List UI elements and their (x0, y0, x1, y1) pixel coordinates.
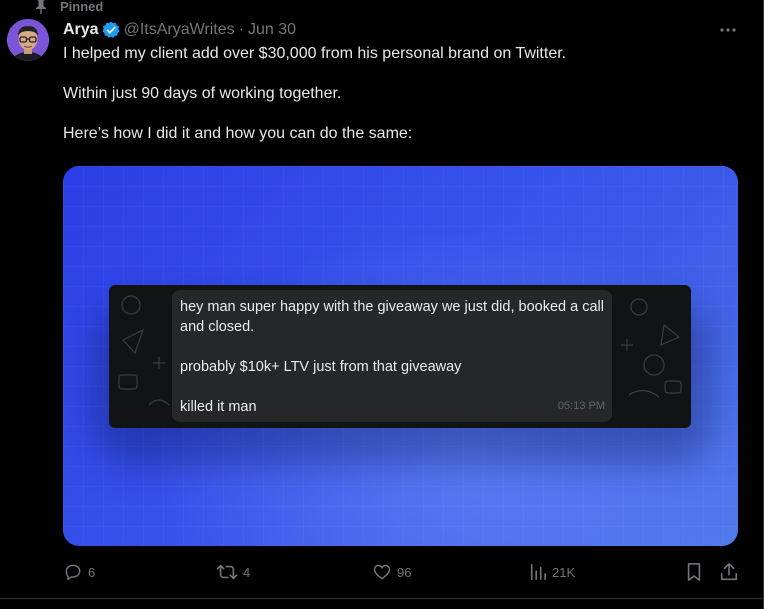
pinned-label: Pinned (60, 0, 104, 14)
avatar[interactable] (7, 19, 49, 61)
message-line: killed it man (180, 399, 257, 415)
share-icon (720, 563, 738, 581)
repost-count: 4 (243, 564, 251, 580)
header-separator: · (238, 21, 244, 38)
bookmark-icon (687, 563, 701, 581)
bookmark-button[interactable] (685, 561, 703, 583)
tweet-paragraph: Here’s how I did it and how you can do t… (63, 125, 413, 142)
author-handle[interactable]: @ItsAryaWrites (124, 20, 235, 40)
tweet-date[interactable]: Jun 30 (248, 20, 296, 40)
chat-screenshot: hey man super happy with the giveaway we… (109, 285, 691, 428)
share-button[interactable] (719, 561, 739, 583)
message-timestamp: 05:13 PM (557, 400, 605, 412)
verified-badge-icon[interactable] (102, 21, 120, 39)
reply-icon (65, 564, 81, 581)
message-line: probably $10k+ LTV just from that giveaw… (180, 359, 462, 375)
message-bubble: hey man super happy with the giveaway we… (172, 290, 612, 422)
tweet-divider (0, 598, 764, 599)
pinned-indicator: Pinned (34, 0, 103, 14)
repost-button[interactable]: 4 (216, 561, 250, 583)
tweet[interactable]: Pinned Arya @ItsAryaWrites · Jun 30 I he… (0, 0, 764, 609)
like-button[interactable]: 96 (372, 561, 411, 583)
like-count: 96 (397, 564, 412, 580)
tweet-header: Arya @ItsAryaWrites · Jun 30 (63, 20, 296, 40)
more-dots-icon (720, 28, 736, 32)
tweet-actions-bar: 6 4 96 21K (63, 561, 743, 583)
message-line: hey man super happy with the giveaway we… (180, 299, 604, 335)
views-chart-icon (530, 563, 547, 581)
heart-icon (373, 564, 391, 580)
reply-count: 6 (88, 564, 96, 580)
more-options-button[interactable] (718, 20, 738, 40)
tweet-paragraph: Within just 90 days of working together. (63, 85, 342, 102)
views-button[interactable]: 21K (529, 561, 575, 583)
tweet-text: I helped my client add over $30,000 from… (63, 44, 743, 144)
reply-button[interactable]: 6 (63, 561, 95, 583)
tweet-media-image[interactable]: hey man super happy with the giveaway we… (63, 166, 738, 546)
views-count: 21K (552, 564, 576, 580)
author-name[interactable]: Arya (63, 20, 99, 40)
repost-icon (216, 564, 238, 580)
pin-icon (36, 0, 46, 14)
tweet-paragraph: I helped my client add over $30,000 from… (63, 45, 567, 62)
